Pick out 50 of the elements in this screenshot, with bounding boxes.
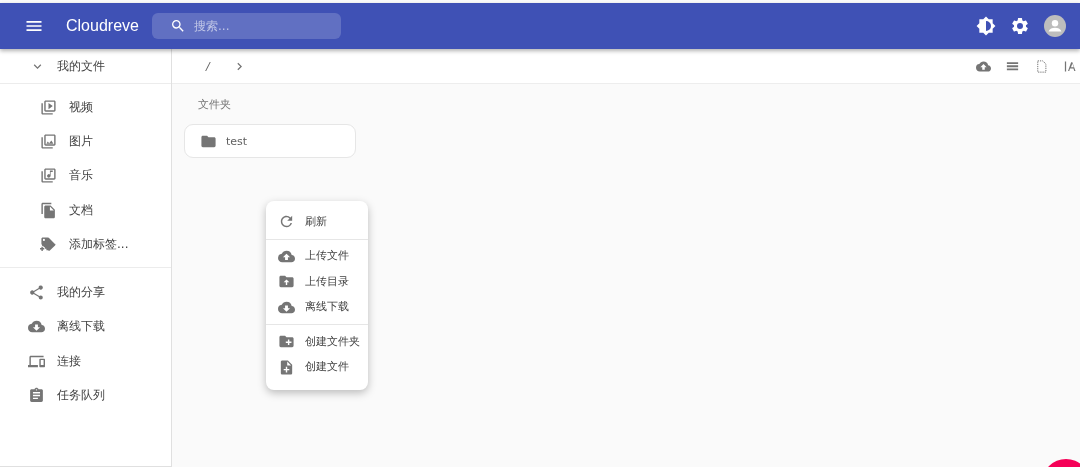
nav-item[interactable]: 离线下载 (0, 309, 171, 345)
share-icon (28, 284, 45, 302)
nav-item[interactable]: 图片 (0, 124, 171, 159)
menu-label: 创建文件 (305, 360, 349, 375)
nav-label: 视频 (69, 98, 93, 116)
nav-label: 我的分享 (57, 284, 105, 302)
menu-label: 离线下载 (305, 300, 349, 315)
documents-icon (40, 201, 57, 219)
menu-label: 上传目录 (305, 274, 349, 289)
nav-item[interactable]: 音乐 (0, 158, 171, 193)
nav-item[interactable]: 我的分享 (0, 275, 171, 310)
nav-label: 我的文件 (57, 57, 105, 75)
nav-item[interactable]: 添加标签... (0, 227, 171, 262)
menu-item[interactable]: 刷新 (266, 209, 368, 235)
nav-item[interactable]: 任务队列 (0, 378, 171, 413)
video-library-icon (40, 98, 57, 116)
folder-card[interactable]: test (184, 124, 356, 158)
nav-label: 添加标签... (69, 235, 129, 253)
image-library-icon (40, 132, 57, 150)
menu-item[interactable]: 离线下载 (266, 294, 368, 320)
menu-item[interactable]: 创建文件 (266, 354, 368, 380)
nav-label: 离线下载 (57, 318, 105, 336)
menu-item[interactable]: 上传文件 (266, 243, 368, 269)
nav-group[interactable]: 我的文件 (0, 49, 171, 84)
nav-label: 文档 (69, 201, 93, 219)
nav-label: 音乐 (69, 167, 93, 185)
nav-item[interactable]: 视频 (0, 90, 171, 125)
file-add-icon (278, 358, 295, 376)
menu-item[interactable]: 创建文件夹 (266, 329, 368, 355)
section-title: 文件夹 (197, 98, 232, 112)
nav-label: 任务队列 (57, 387, 105, 404)
search-icon (170, 18, 186, 34)
app-title: Cloudreve (66, 17, 140, 35)
menu-label: 上传文件 (305, 249, 349, 264)
clipboard-icon (28, 387, 45, 404)
nav-item[interactable]: 连接 (0, 344, 171, 379)
settings-icon[interactable] (1010, 16, 1030, 36)
menu-label: 创建文件夹 (305, 334, 360, 349)
avatar-icon[interactable] (1044, 15, 1066, 37)
nav-label: 图片 (69, 132, 93, 150)
menu-item[interactable]: 上传目录 (266, 269, 368, 295)
file-icon[interactable] (1034, 58, 1049, 74)
nav-item[interactable]: 文档 (0, 192, 171, 228)
tag-add-icon (40, 235, 57, 253)
nav-label: 连接 (57, 352, 81, 370)
menu-label: 刷新 (305, 214, 327, 229)
theme-toggle-icon[interactable] (976, 16, 996, 36)
breadcrumb-root[interactable]: / (202, 59, 214, 73)
folder-name: test (226, 134, 248, 148)
music-library-icon (40, 167, 57, 185)
